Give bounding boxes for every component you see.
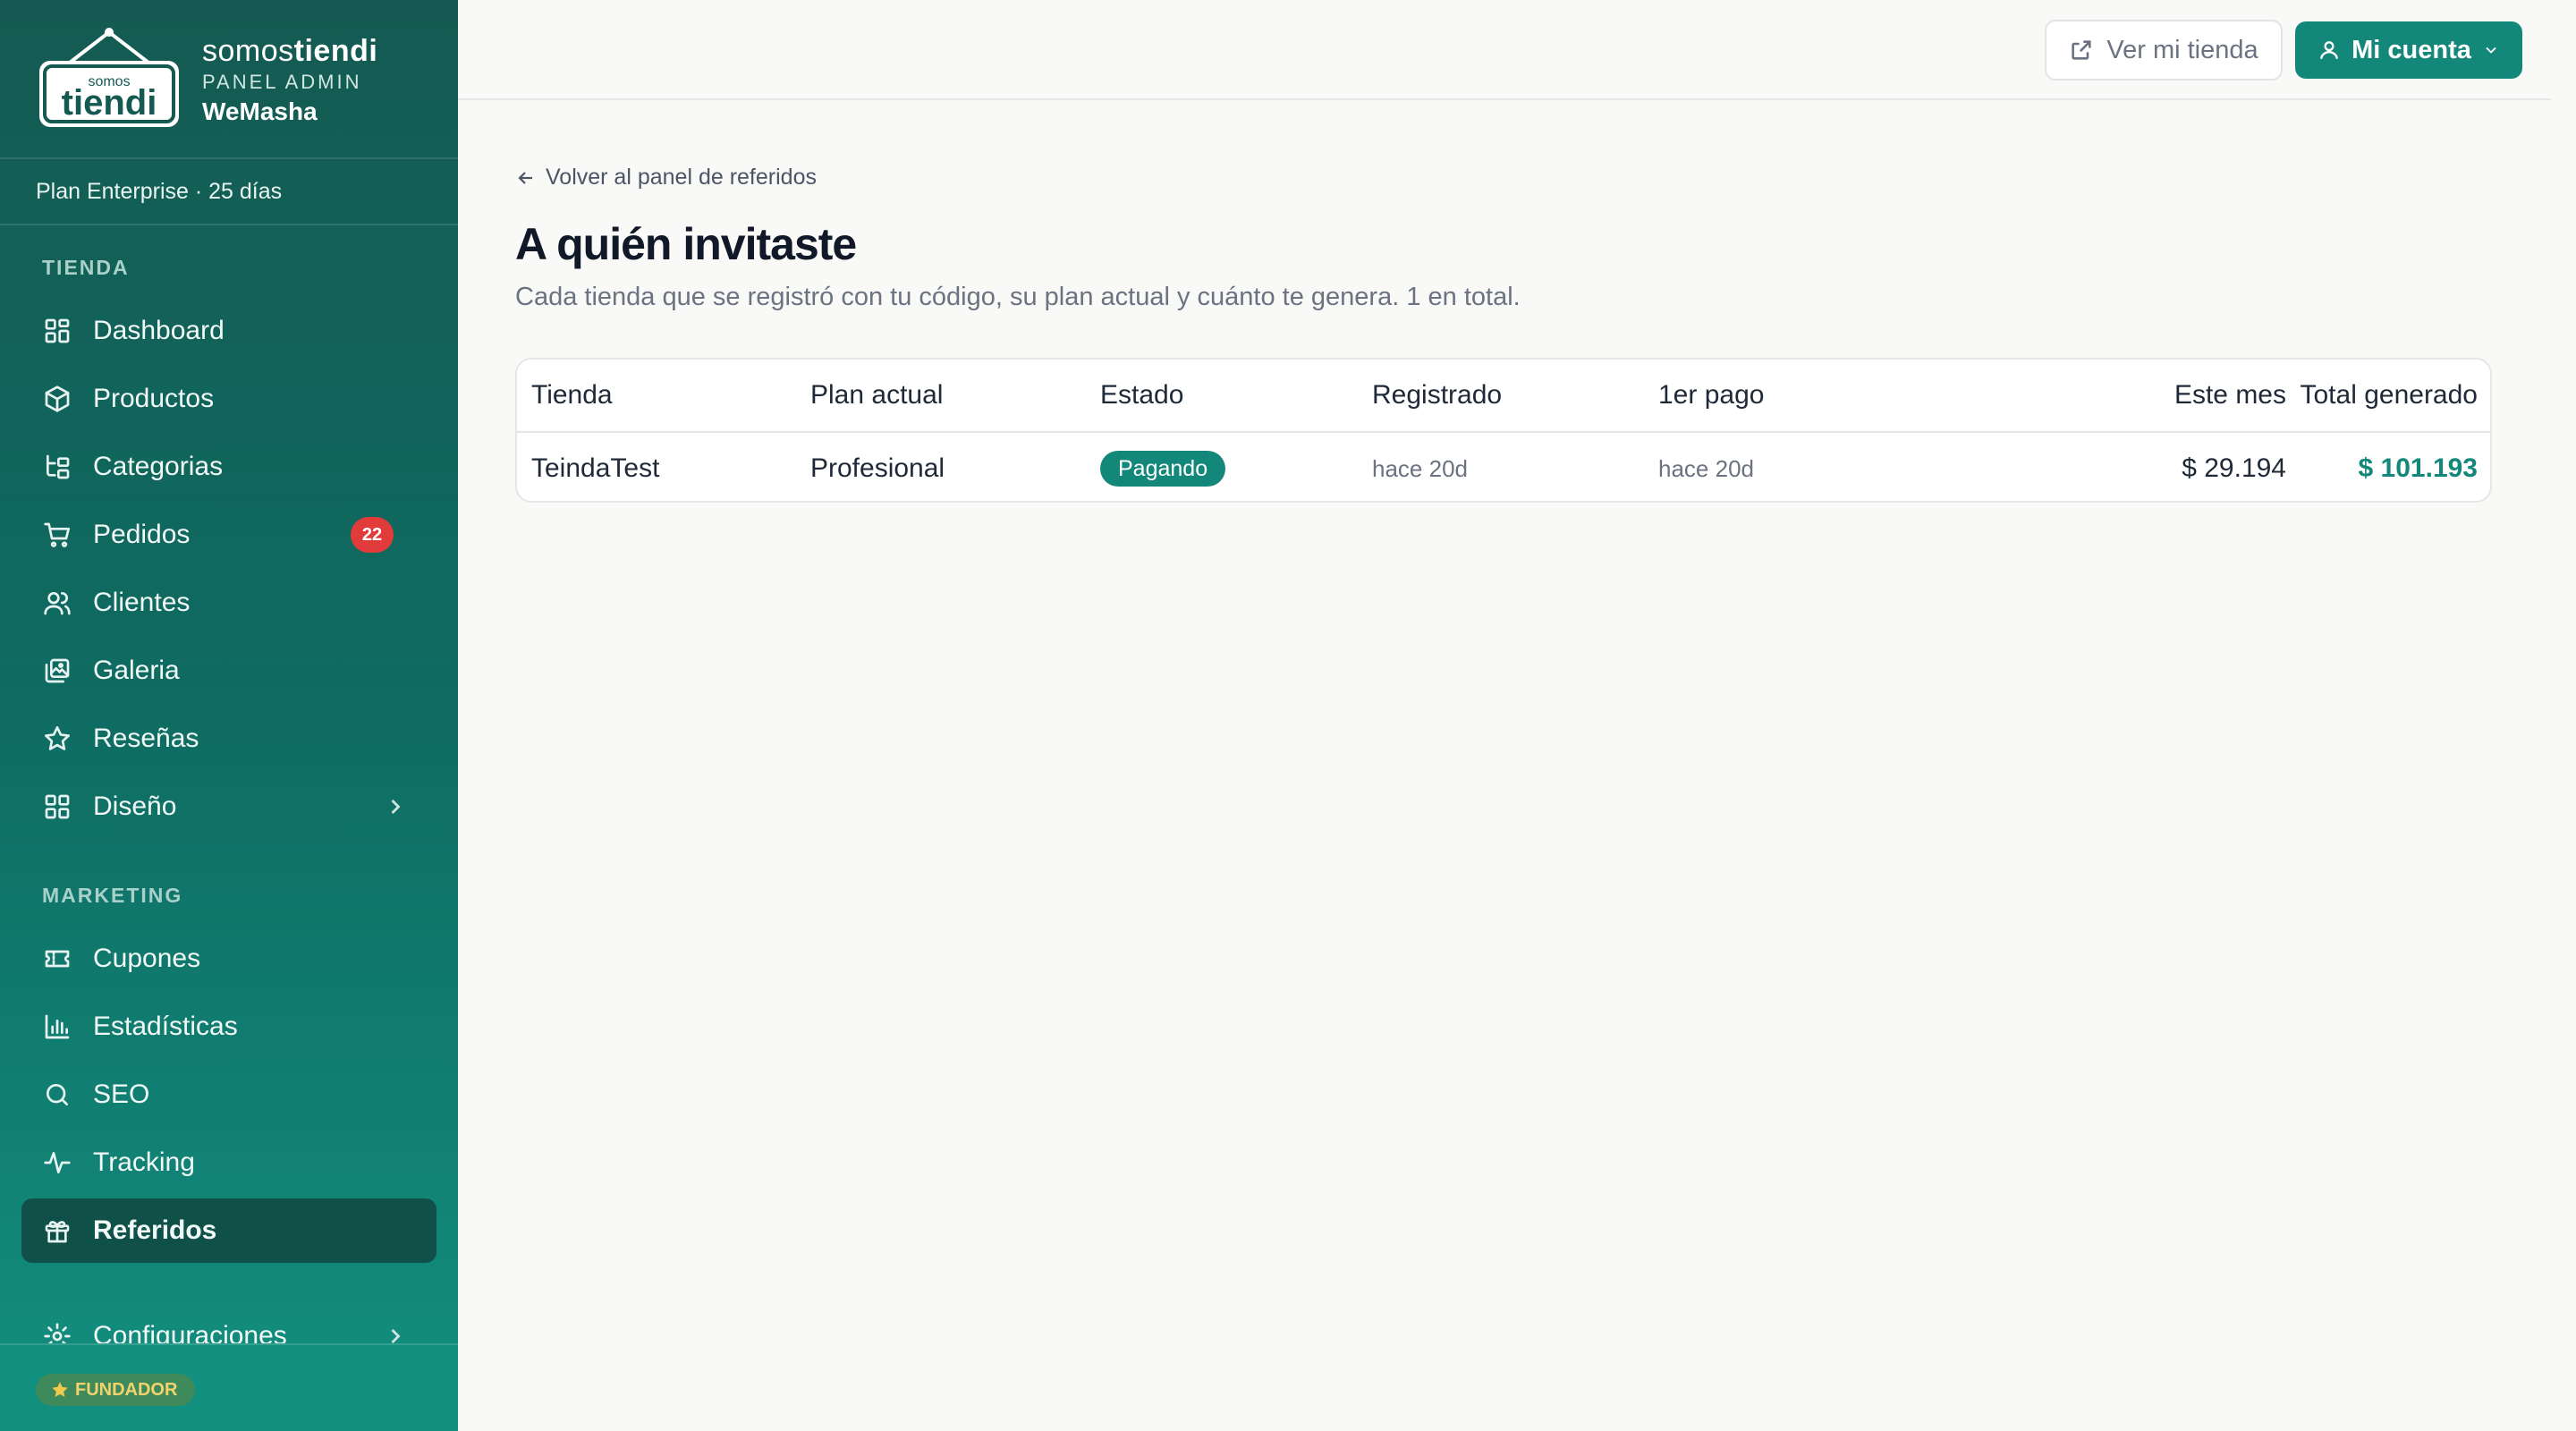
sidebar-item-label: Dashboard (93, 316, 225, 345)
cell-plan: Profesional (810, 453, 945, 483)
sidebar-item-seo[interactable]: SEO (21, 1063, 436, 1127)
status-badge: Pagando (1100, 451, 1226, 487)
cell-store: TeindaTest (531, 453, 660, 483)
sidebar-item-label: Productos (93, 384, 215, 413)
sidebar: somos tiendi somostiendi PANEL ADMIN WeM… (0, 0, 458, 1431)
sidebar-item-tracking[interactable]: Tracking (21, 1130, 436, 1195)
sidebar-item-label: Galeria (93, 656, 180, 685)
chevron-down-icon (2486, 47, 2496, 54)
brand[interactable]: somos tiendi somostiendi PANEL ADMIN WeM… (36, 27, 429, 134)
sidebar-item-label: Tracking (93, 1147, 195, 1177)
tiendi-logo: somos tiendi (39, 28, 179, 127)
external-link-icon (2072, 40, 2091, 60)
store-name: WeMasha (202, 97, 318, 125)
chevron-right-icon (383, 794, 408, 819)
view-store-button[interactable]: Ver mi tienda (2045, 20, 2283, 80)
sidebar-item-label: Reseñas (93, 724, 199, 753)
plan-status: Plan Enterprise · 25 días (0, 157, 458, 225)
sidebar-item-categorias[interactable]: Categorias (21, 435, 436, 499)
back-to-referrals-link[interactable]: Volver al panel de referidos (515, 165, 817, 191)
box-icon (41, 383, 73, 415)
cell-status: Pagando (1100, 433, 1226, 501)
section-tienda: TIENDA (42, 256, 130, 279)
founder-badge-label: FUNDADOR (75, 1379, 178, 1400)
cell-total: $ 101.193 (2358, 453, 2478, 483)
sidebar-item-pedidos[interactable]: Pedidos 22 (21, 503, 436, 567)
account-menu-button[interactable]: Mi cuenta (2295, 21, 2522, 79)
page-subtitle: Cada tienda que se registró con tu códig… (515, 283, 1521, 311)
header-total: Total generado (2300, 380, 2479, 410)
sidebar-item-label: Cupones (93, 944, 201, 973)
sidebar-item-dashboard[interactable]: Dashboard (21, 299, 436, 363)
activity-icon (41, 1147, 73, 1179)
sidebar-item-resenas[interactable]: Reseñas (21, 707, 436, 771)
users-icon (41, 587, 73, 619)
header-plan: Plan actual (810, 380, 944, 410)
grid-icon (41, 315, 73, 347)
sidebar-item-label: SEO (93, 1080, 150, 1109)
sidebar-item-label: Referidos (93, 1215, 217, 1245)
topbar: Ver mi tienda Mi cuenta (458, 0, 2551, 100)
sidebar-item-diseno[interactable]: Diseño (21, 775, 436, 839)
cell-first-payment: hace 20d (1658, 454, 1754, 482)
star-icon (52, 1382, 68, 1397)
arrow-left-icon (518, 171, 532, 184)
back-link-label: Volver al panel de referidos (546, 165, 817, 190)
header-este-mes: Este mes (2174, 380, 2286, 410)
sidebar-item-label: Pedidos (93, 520, 191, 549)
header-estado: Estado (1100, 380, 1184, 410)
sidebar-item-galeria[interactable]: Galeria (21, 639, 436, 703)
sidebar-item-clientes[interactable]: Clientes (21, 571, 436, 635)
cell-this-month: $ 29.194 (2182, 453, 2286, 483)
page-title: A quién invitaste (515, 219, 857, 269)
table-header: Tienda Plan actual Estado Registrado 1er… (517, 360, 2490, 433)
brand-text: somostiendi PANEL ADMIN WeMasha (202, 34, 377, 126)
user-icon (2320, 41, 2338, 59)
sidebar-item-cupones[interactable]: Cupones (21, 927, 436, 991)
layout-icon (41, 791, 73, 823)
gift-icon (41, 1215, 73, 1247)
table-row[interactable]: TeindaTest Profesional Pagando hace 20d … (517, 433, 2490, 501)
sidebar-item-label: Categorias (93, 452, 224, 481)
bar-chart-icon (41, 1011, 73, 1043)
founder-badge: FUNDADOR (36, 1374, 196, 1406)
sidebar-item-referidos[interactable]: Referidos (21, 1198, 436, 1263)
sidebar-item-label: Clientes (93, 588, 191, 617)
search-icon (41, 1079, 73, 1111)
header-registrado: Registrado (1372, 380, 1503, 410)
sidebar-item-productos[interactable]: Productos (21, 367, 436, 431)
brand-name: somostiendi (202, 34, 378, 68)
referrals-table: Tienda Plan actual Estado Registrado 1er… (515, 358, 2492, 503)
brand-subtitle: PANEL ADMIN (202, 71, 362, 93)
section-marketing: MARKETING (42, 884, 183, 907)
scrollbar[interactable] (2551, 0, 2576, 1431)
ticket-icon (41, 943, 73, 975)
view-store-label: Ver mi tienda (2106, 35, 2258, 64)
sidebar-footer: FUNDADOR (0, 1343, 458, 1431)
sidebar-item-label: Diseño (93, 792, 177, 821)
sidebar-item-label: Estadísticas (93, 1012, 238, 1041)
tree-icon (41, 451, 73, 483)
header-tienda: Tienda (531, 380, 613, 410)
cell-registered: hace 20d (1372, 454, 1468, 482)
account-label: Mi cuenta (2351, 35, 2471, 64)
gallery-icon (41, 655, 73, 687)
orders-count-badge: 22 (351, 517, 394, 553)
cart-icon (41, 519, 73, 551)
logo-big-text: tiendi (62, 83, 157, 123)
sidebar-item-estadisticas[interactable]: Estadísticas (21, 995, 436, 1059)
header-primer-pago: 1er pago (1658, 380, 1765, 410)
star-icon (41, 723, 73, 755)
